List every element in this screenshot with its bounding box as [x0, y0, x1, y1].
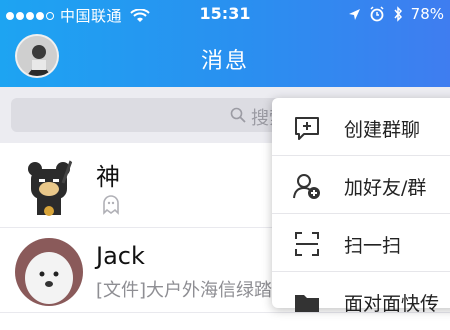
add-friend-icon: [293, 174, 320, 199]
location-arrow-icon: [348, 8, 360, 20]
page-title: 消息: [200, 49, 249, 74]
folder-transfer-icon: [295, 295, 319, 312]
menu-item-scan[interactable]: 扫一扫: [272, 214, 450, 272]
conversation-name: 神: [96, 163, 120, 191]
popup-menu: 创建群聊 加好友/群 扫一扫 面对面快传: [272, 98, 450, 315]
menu-item-add-friend[interactable]: 加好友/群: [272, 156, 450, 214]
conversation-avatar: [15, 238, 83, 306]
menu-item-label: 加好友/群: [344, 177, 427, 199]
status-right: 78%: [348, 5, 444, 23]
menu-item-label: 扫一扫: [344, 235, 402, 257]
dog-avatar-icon: [15, 238, 83, 306]
bluetooth-icon: [394, 6, 402, 22]
chat-add-icon: [295, 117, 319, 140]
app-header: 中国联通 15:31 78% 消息: [0, 0, 450, 87]
conversation-avatar: [15, 153, 83, 221]
ghost-icon: [103, 195, 119, 215]
menu-item-create-group[interactable]: 创建群聊: [272, 98, 450, 156]
search-icon: [230, 107, 246, 123]
conversation-name: Jack: [96, 242, 145, 270]
conversation-last-message: [文件]大户外海信绿踏: [96, 280, 273, 301]
menu-item-label: 面对面快传: [344, 293, 440, 315]
bear-avatar-icon: [15, 153, 83, 221]
status-bar: 中国联通 15:31 78%: [0, 0, 450, 28]
alarm-clock-icon: [370, 6, 384, 22]
menu-item-face-transfer[interactable]: 面对面快传: [272, 272, 450, 330]
scan-icon: [295, 232, 319, 256]
menu-item-label: 创建群聊: [344, 119, 421, 141]
battery-percent: 78%: [410, 5, 444, 23]
